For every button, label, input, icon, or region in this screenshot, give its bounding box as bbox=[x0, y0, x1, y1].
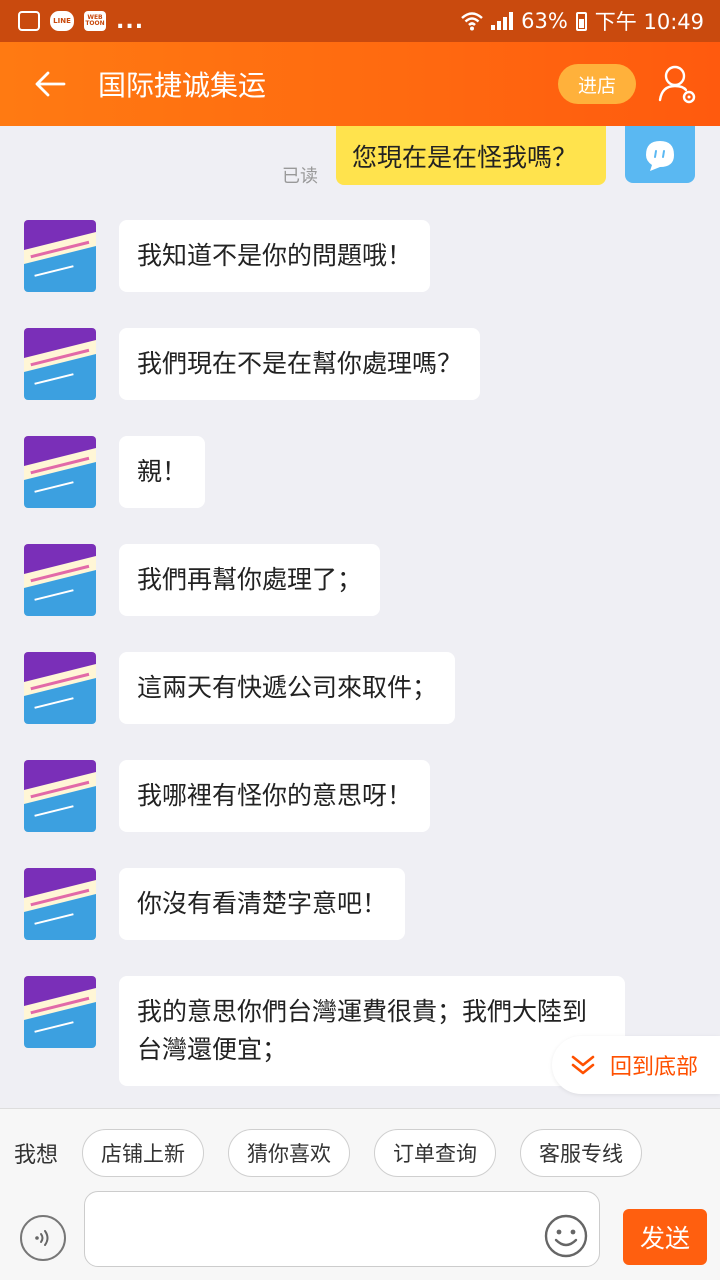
shop-avatar[interactable] bbox=[24, 652, 96, 724]
line-icon: LINE bbox=[50, 11, 74, 31]
avatar-mascot-icon bbox=[646, 140, 674, 171]
voice-icon bbox=[35, 1230, 49, 1246]
webtoon-icon: WEB TOON bbox=[84, 11, 106, 31]
clock: 下午 10:49 bbox=[594, 10, 704, 34]
chat-message-bubble[interactable]: 我們現在不是在幫你處理嗎？ bbox=[119, 328, 481, 400]
chat-message-bubble[interactable]: 我們再幫你處理了； bbox=[119, 544, 381, 616]
double-chevron-down-icon bbox=[571, 1055, 595, 1075]
webtoon-icon-text: WEB TOON bbox=[85, 14, 105, 27]
back-arrow-icon bbox=[35, 71, 66, 97]
chat-message-bubble[interactable]: 親！ bbox=[119, 436, 206, 508]
chat-message-bubble[interactable]: 我知道不是你的問題哦！ bbox=[119, 220, 431, 292]
chat-message-bubble[interactable]: 你沒有看清楚字意吧！ bbox=[119, 868, 406, 940]
smiley-icon bbox=[544, 1214, 588, 1258]
shop-avatar[interactable] bbox=[24, 220, 96, 292]
shop-logo-image bbox=[24, 652, 96, 724]
quick-reply-label: 我想 bbox=[14, 1143, 59, 1168]
shop-logo-image bbox=[24, 760, 96, 832]
wifi-icon bbox=[461, 12, 483, 31]
back-to-bottom-button[interactable]: 回到底部 bbox=[552, 1036, 720, 1094]
emoji-button[interactable] bbox=[543, 1213, 589, 1259]
enter-store-button[interactable]: 进店 bbox=[558, 64, 636, 104]
chat-area[interactable]: 已读 您現在是在怪我嗎？ 我知道不是你的問題哦！ 我們現在不是在幫你處理嗎？ 親… bbox=[0, 126, 720, 1108]
shop-avatar[interactable] bbox=[24, 544, 96, 616]
line-icon-text: LINE bbox=[53, 17, 71, 25]
shop-logo-image bbox=[24, 328, 96, 400]
gallery-icon bbox=[18, 11, 40, 31]
quick-reply-new-arrivals[interactable]: 店铺上新 bbox=[82, 1129, 204, 1177]
read-status: 已读 bbox=[282, 166, 318, 187]
status-bar: LINE WEB TOON ... 63% 下午 10:49 bbox=[0, 0, 720, 42]
shop-logo-image bbox=[24, 544, 96, 616]
shop-avatar[interactable] bbox=[24, 976, 96, 1048]
back-to-bottom-label: 回到底部 bbox=[610, 1055, 699, 1080]
my-message-bubble[interactable]: 您現在是在怪我嗎？ bbox=[336, 126, 606, 185]
shop-avatar[interactable] bbox=[24, 868, 96, 940]
my-avatar[interactable] bbox=[625, 126, 695, 183]
chat-message-bubble[interactable]: 我哪裡有怪你的意思呀！ bbox=[119, 760, 431, 832]
header: 国际捷诚集运 进店 bbox=[0, 42, 720, 126]
profile-button[interactable] bbox=[656, 62, 700, 106]
shop-avatar[interactable] bbox=[24, 760, 96, 832]
chat-message-bubble[interactable]: 這兩天有快遞公司來取件； bbox=[119, 652, 456, 724]
battery-icon bbox=[575, 11, 587, 31]
shop-avatar[interactable] bbox=[24, 328, 96, 400]
shop-logo-image bbox=[24, 976, 96, 1048]
user-settings-icon bbox=[658, 65, 696, 104]
notification-overflow: ... bbox=[116, 8, 145, 34]
quick-reply-order-query[interactable]: 订单查询 bbox=[374, 1129, 496, 1177]
chat-message-bubble[interactable]: 我的意思你們台灣運費很貴；我們大陸到台灣還便宜； bbox=[119, 976, 625, 1086]
quick-reply-recommend[interactable]: 猜你喜欢 bbox=[228, 1129, 350, 1177]
voice-button[interactable] bbox=[20, 1215, 66, 1261]
shop-logo-image bbox=[24, 436, 96, 508]
signal-icon bbox=[491, 12, 514, 30]
page-title: 国际捷诚集运 bbox=[98, 69, 267, 102]
message-input[interactable] bbox=[84, 1191, 600, 1267]
shop-logo-image bbox=[24, 868, 96, 940]
send-button[interactable]: 发送 bbox=[623, 1209, 707, 1265]
quick-reply-customer-service[interactable]: 客服专线 bbox=[520, 1129, 642, 1177]
shop-avatar[interactable] bbox=[24, 436, 96, 508]
back-button[interactable] bbox=[20, 54, 80, 114]
input-panel: 我想 店铺上新 猜你喜欢 订单查询 客服专线 发送 bbox=[0, 1108, 720, 1280]
battery-percent: 63% bbox=[521, 9, 568, 33]
shop-logo-image bbox=[24, 220, 96, 292]
